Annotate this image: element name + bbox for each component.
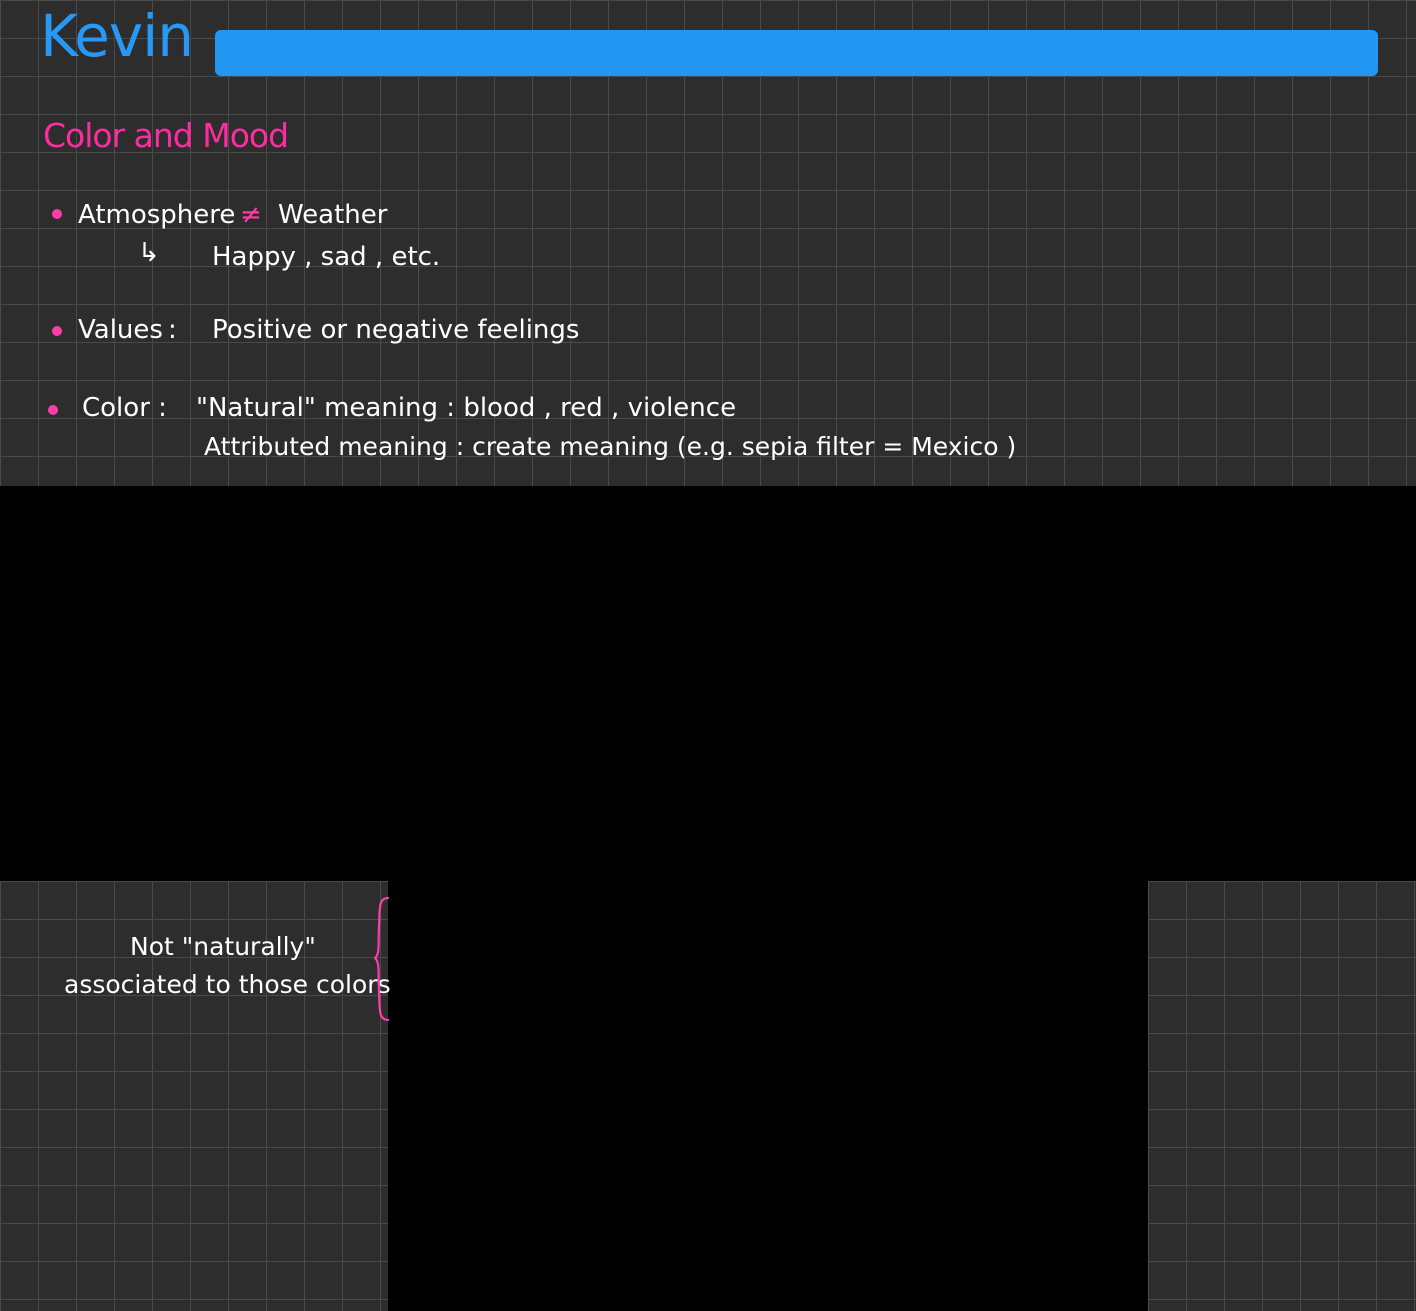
side-note-line-2: associated to those colors xyxy=(64,970,391,999)
curly-brace-icon xyxy=(374,896,390,1022)
values-term: Values xyxy=(78,315,163,345)
natural-meaning-line: "Natural" meaning : blood , red , violen… xyxy=(196,393,737,423)
page-title: Kevin xyxy=(40,2,194,70)
title-underline-bar xyxy=(215,30,1378,76)
atmosphere-term: Atmosphere xyxy=(78,200,236,230)
notes-grid-bottom-right xyxy=(1148,881,1416,1311)
arrow-icon: ↳ xyxy=(138,238,160,268)
bullet-icon xyxy=(52,209,62,219)
color-term: Color : xyxy=(82,393,167,423)
not-equal-icon: ≠ xyxy=(240,200,262,230)
bullet-icon xyxy=(48,405,58,415)
bullet-icon xyxy=(52,326,62,336)
attributed-meaning-line: Attributed meaning : create meaning (e.g… xyxy=(204,432,1017,461)
weather-term: Weather xyxy=(278,200,388,230)
section-heading: Color and Mood xyxy=(43,116,289,155)
values-colon: : xyxy=(168,315,177,345)
atmosphere-example: Happy , sad , etc. xyxy=(212,242,441,272)
values-definition: Positive or negative feelings xyxy=(212,315,580,345)
side-note-line-1: Not "naturally" xyxy=(130,932,316,961)
